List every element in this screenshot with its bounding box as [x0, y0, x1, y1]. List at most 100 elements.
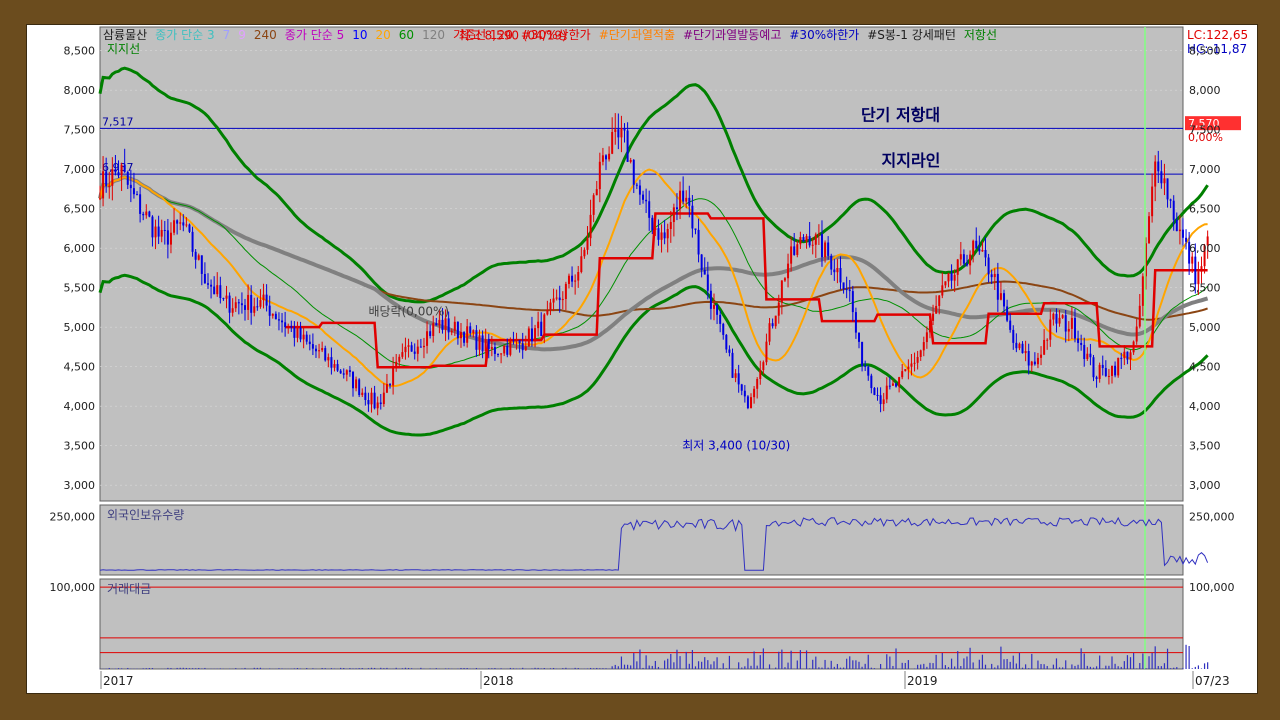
candle-body — [827, 242, 830, 256]
legend-item[interactable]: 7 — [223, 28, 231, 42]
candle-body — [182, 222, 185, 226]
amount-bar — [531, 668, 533, 669]
amount-bar — [707, 660, 709, 669]
candle-body — [1003, 293, 1006, 307]
candle-body — [876, 394, 879, 396]
amount-bar — [966, 656, 968, 669]
legend-item[interactable]: 삼륭물산 — [103, 28, 147, 42]
amount-bar — [827, 667, 829, 669]
candle-body — [250, 294, 253, 313]
candle-body — [959, 254, 962, 260]
legend-item[interactable]: #30%상한가 — [521, 28, 591, 42]
candle-body — [490, 347, 493, 349]
foreign-panel[interactable] — [99, 504, 1184, 576]
amount-bar — [710, 664, 712, 669]
candle-body — [854, 312, 857, 333]
legend-item[interactable]: #S봉-1 강세패턴 — [867, 28, 956, 42]
candle-body — [660, 232, 663, 240]
amount-bar — [299, 668, 302, 669]
amount-bar — [664, 660, 666, 669]
candle-body — [345, 370, 348, 375]
candle-body — [333, 364, 336, 368]
legend-item[interactable]: 종가 단순 5 — [285, 28, 344, 42]
amount-bar — [991, 663, 993, 669]
candle-body — [253, 306, 256, 313]
amount-bar — [1126, 655, 1129, 669]
candle-body — [487, 338, 490, 349]
candle-body — [737, 373, 740, 385]
y-tick-label-left: 4,500 — [64, 361, 96, 374]
candle-body — [185, 224, 188, 226]
candle-body — [830, 255, 833, 270]
y-tick-label-right: 6,500 — [1189, 203, 1221, 216]
candle-body — [148, 211, 151, 217]
candle-body — [1058, 317, 1061, 324]
amount-bar — [725, 668, 727, 669]
candle-body — [259, 300, 262, 307]
candle-body — [1107, 375, 1110, 377]
amount-bar — [642, 667, 644, 669]
candle-body — [302, 334, 305, 340]
candle-body — [700, 254, 703, 270]
amount-bar — [256, 667, 258, 669]
legend-item[interactable]: 10 — [352, 28, 367, 42]
legend-item[interactable]: 60 — [399, 28, 414, 42]
candle-body — [1006, 306, 1009, 321]
candle-body — [601, 155, 604, 162]
legend-item[interactable]: #단기과열적출 — [599, 28, 675, 42]
amount-bar — [1133, 652, 1135, 669]
amount-bar — [648, 665, 650, 669]
candle-body — [941, 285, 944, 296]
legend-item[interactable]: 20 — [376, 28, 391, 42]
candle-body — [611, 131, 614, 154]
candle-body — [404, 346, 407, 353]
candle-body — [814, 234, 817, 245]
candle-body — [132, 188, 135, 195]
amount-bar — [935, 654, 937, 669]
amount-bar — [333, 668, 336, 669]
amount-bar — [373, 667, 376, 669]
candle-body — [484, 338, 487, 352]
candle-body — [645, 199, 648, 202]
legend-item[interactable]: #30%하한가 — [789, 28, 859, 42]
candle-body — [925, 332, 928, 343]
candle-body — [352, 371, 355, 389]
candle-body — [990, 274, 993, 278]
candle-body — [1178, 229, 1181, 232]
candle-body — [716, 304, 719, 315]
amount-bar — [1099, 655, 1101, 669]
candle-body — [1163, 178, 1166, 184]
candle-body — [268, 305, 271, 316]
amount-bar — [636, 661, 638, 669]
candle-body — [435, 323, 438, 326]
candle-body — [574, 280, 577, 282]
legend-item[interactable]: 120 — [422, 28, 445, 42]
amount-bar — [278, 668, 280, 669]
candle-body — [978, 248, 981, 252]
amount-bar — [358, 668, 360, 669]
amount-bar — [620, 656, 623, 669]
candle-body — [583, 249, 586, 257]
candle-body — [497, 353, 500, 355]
candle-body — [972, 240, 975, 255]
amount-bar — [978, 659, 980, 669]
candle-body — [861, 341, 864, 366]
legend-item[interactable]: #단기과열발동예고 — [683, 28, 781, 42]
amount-bar — [960, 666, 962, 669]
price-panel[interactable] — [99, 26, 1184, 502]
amount-bar — [1191, 668, 1193, 669]
amount-bar — [386, 667, 388, 669]
candle-body — [648, 201, 651, 218]
annotation-label: 단기 저항대 — [861, 105, 940, 124]
amount-bar — [509, 667, 511, 669]
legend-item[interactable]: 종가 단순 3 — [155, 28, 214, 42]
legend-item[interactable]: 240 — [254, 28, 277, 42]
amount-bar — [167, 667, 169, 669]
legend-item[interactable]: 저항선 — [964, 28, 997, 42]
legend-item[interactable]: 기준선 120 — [453, 28, 513, 42]
legend-item[interactable]: 9 — [238, 28, 246, 42]
candle-body — [256, 306, 259, 308]
candle-body — [265, 294, 268, 306]
amount-panel[interactable] — [99, 578, 1184, 670]
amount-bar — [691, 649, 693, 669]
